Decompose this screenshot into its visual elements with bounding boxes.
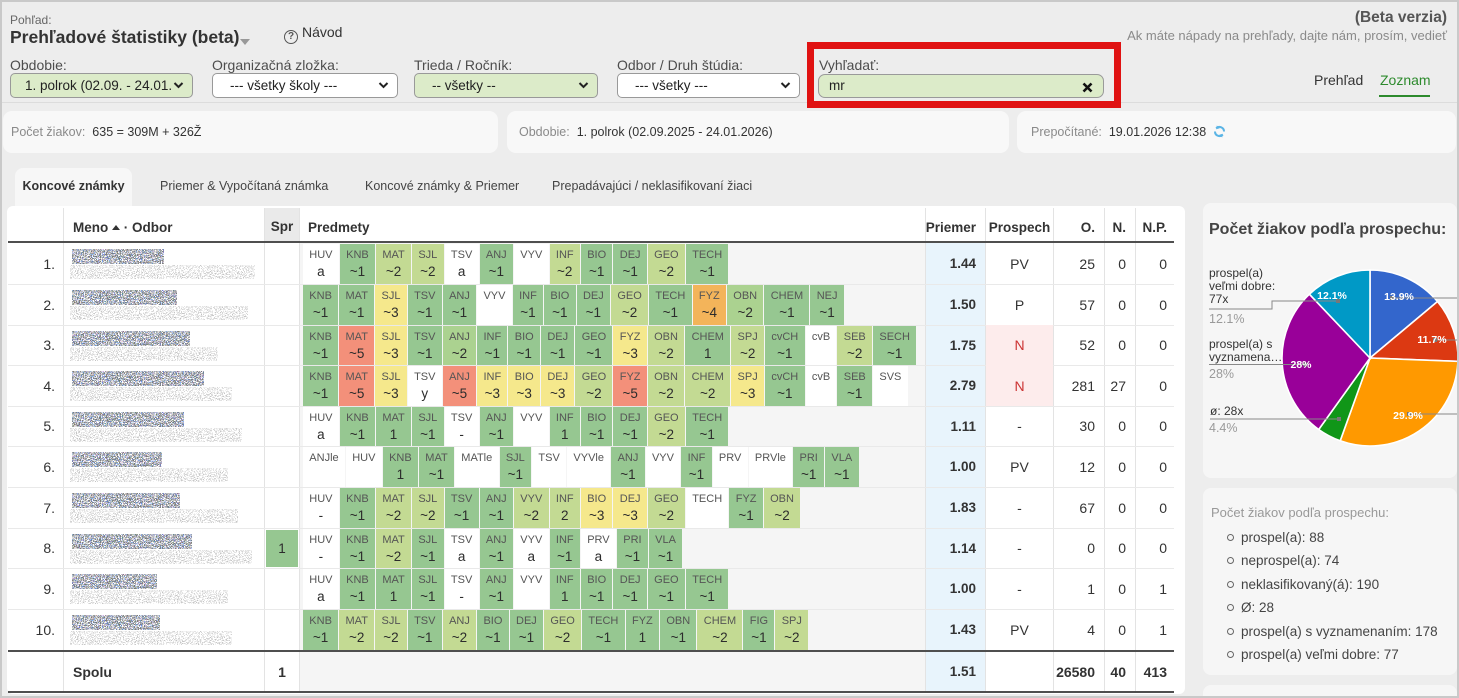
svg-text:12.1%: 12.1% [1317, 290, 1347, 302]
svg-text:29.9%: 29.9% [1393, 410, 1423, 422]
svg-text:28%: 28% [1290, 359, 1312, 371]
svg-text:11.7%: 11.7% [1417, 334, 1447, 346]
svg-text:13.9%: 13.9% [1384, 291, 1414, 303]
